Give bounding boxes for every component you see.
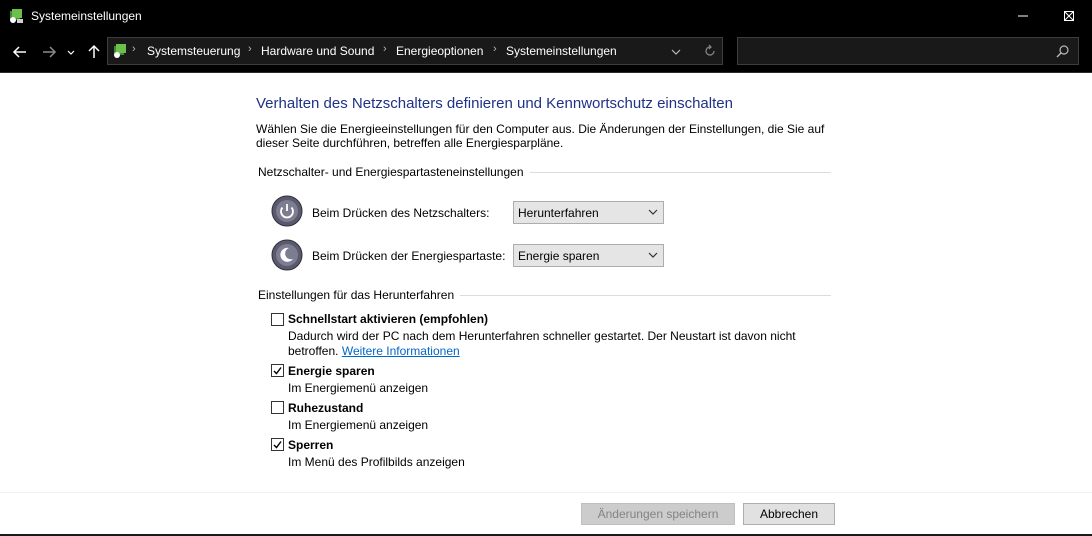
chevron-down-icon xyxy=(648,252,658,258)
address-history-dropdown[interactable] xyxy=(668,44,684,60)
address-bar[interactable]: › Systemsteuerung › Hardware und Sound ›… xyxy=(107,37,723,65)
shutdown-section-header: Einstellungen für das Herunterfahren xyxy=(258,288,831,302)
minimize-button[interactable] xyxy=(1000,0,1046,32)
sleep-button-select[interactable]: Energie sparen xyxy=(513,244,664,267)
close-button[interactable] xyxy=(1046,0,1092,32)
chevron-down-icon xyxy=(648,209,658,215)
chevron-down-icon xyxy=(67,50,75,55)
breadcrumb-separator: › xyxy=(132,43,136,55)
refresh-icon xyxy=(705,44,715,56)
cancel-button[interactable]: Abbrechen xyxy=(743,503,835,525)
up-button[interactable] xyxy=(84,42,104,62)
buttons-section-header: Netzschalter- und Energiespartasteneinst… xyxy=(258,165,831,179)
hibernate-checkbox[interactable] xyxy=(271,401,284,414)
section-title: Einstellungen für das Herunterfahren xyxy=(258,288,455,302)
sleep-button-icon xyxy=(271,239,303,271)
page-description: Wählen Sie die Energieeinstellungen für … xyxy=(256,122,825,150)
breadcrumb-systemsteuerung[interactable]: Systemsteuerung xyxy=(147,44,240,58)
breadcrumb-separator: › xyxy=(248,43,252,55)
more-info-link[interactable]: Weitere Informationen xyxy=(342,344,460,358)
hibernate-label: Ruhezustand xyxy=(288,401,364,415)
window-title: Systemeinstellungen xyxy=(31,9,142,23)
recent-locations-button[interactable] xyxy=(64,42,78,62)
lock-label: Sperren xyxy=(288,438,334,452)
fast-startup-label: Schnellstart aktivieren (empfohlen) xyxy=(288,312,489,326)
section-title: Netzschalter- und Energiespartasteneinst… xyxy=(258,165,524,179)
divider xyxy=(460,294,831,296)
breadcrumb-hardware-und-sound[interactable]: Hardware und Sound xyxy=(261,44,374,58)
checkmark-icon xyxy=(273,367,282,375)
title-bar: Systemeinstellungen xyxy=(0,0,1092,32)
select-value: Herunterfahren xyxy=(518,206,599,220)
select-value: Energie sparen xyxy=(518,249,600,263)
sleep-description: Im Energiemenü anzeigen xyxy=(288,381,429,395)
main-content: Verhalten des Netzschalters definieren u… xyxy=(0,73,1092,536)
sleep-checkbox[interactable] xyxy=(271,364,284,377)
control-panel-icon xyxy=(8,8,24,24)
chevron-down-icon xyxy=(671,49,681,55)
breadcrumb-separator: › xyxy=(383,43,387,55)
sleep-button-label: Beim Drücken der Energiespartaste: xyxy=(312,249,506,263)
save-changes-button[interactable]: Änderungen speichern xyxy=(581,503,735,525)
arrow-left-icon xyxy=(12,46,26,58)
checkmark-icon xyxy=(273,441,282,449)
power-button-icon xyxy=(271,195,303,227)
power-button-select[interactable]: Herunterfahren xyxy=(513,201,664,224)
search-icon xyxy=(1056,44,1070,58)
control-panel-icon xyxy=(112,43,128,59)
breadcrumb-systemeinstellungen[interactable]: Systemeinstellungen xyxy=(506,44,617,58)
breadcrumb-energieoptionen[interactable]: Energieoptionen xyxy=(396,44,483,58)
search-input[interactable] xyxy=(737,37,1079,65)
back-button[interactable] xyxy=(10,42,30,62)
footer-divider xyxy=(0,492,1092,493)
page-title: Verhalten des Netzschalters definieren u… xyxy=(256,95,733,112)
arrow-right-icon xyxy=(43,46,57,58)
lock-description: Im Menü des Profilbilds anzeigen xyxy=(288,455,465,469)
close-icon xyxy=(1064,11,1074,21)
sleep-label: Energie sparen xyxy=(288,364,375,378)
arrow-up-icon xyxy=(88,44,100,58)
navigation-bar: › Systemsteuerung › Hardware und Sound ›… xyxy=(0,32,1092,73)
refresh-button[interactable] xyxy=(702,43,718,59)
divider xyxy=(529,171,831,173)
forward-button[interactable] xyxy=(39,42,59,62)
power-button-label: Beim Drücken des Netzschalters: xyxy=(312,206,490,220)
breadcrumb-separator: › xyxy=(493,43,497,55)
fast-startup-description: Dadurch wird der PC nach dem Herunterfah… xyxy=(288,329,808,359)
minimize-icon xyxy=(1018,15,1028,17)
hibernate-description: Im Energiemenü anzeigen xyxy=(288,418,429,432)
fast-startup-checkbox[interactable] xyxy=(271,313,284,326)
lock-checkbox[interactable] xyxy=(271,438,284,451)
